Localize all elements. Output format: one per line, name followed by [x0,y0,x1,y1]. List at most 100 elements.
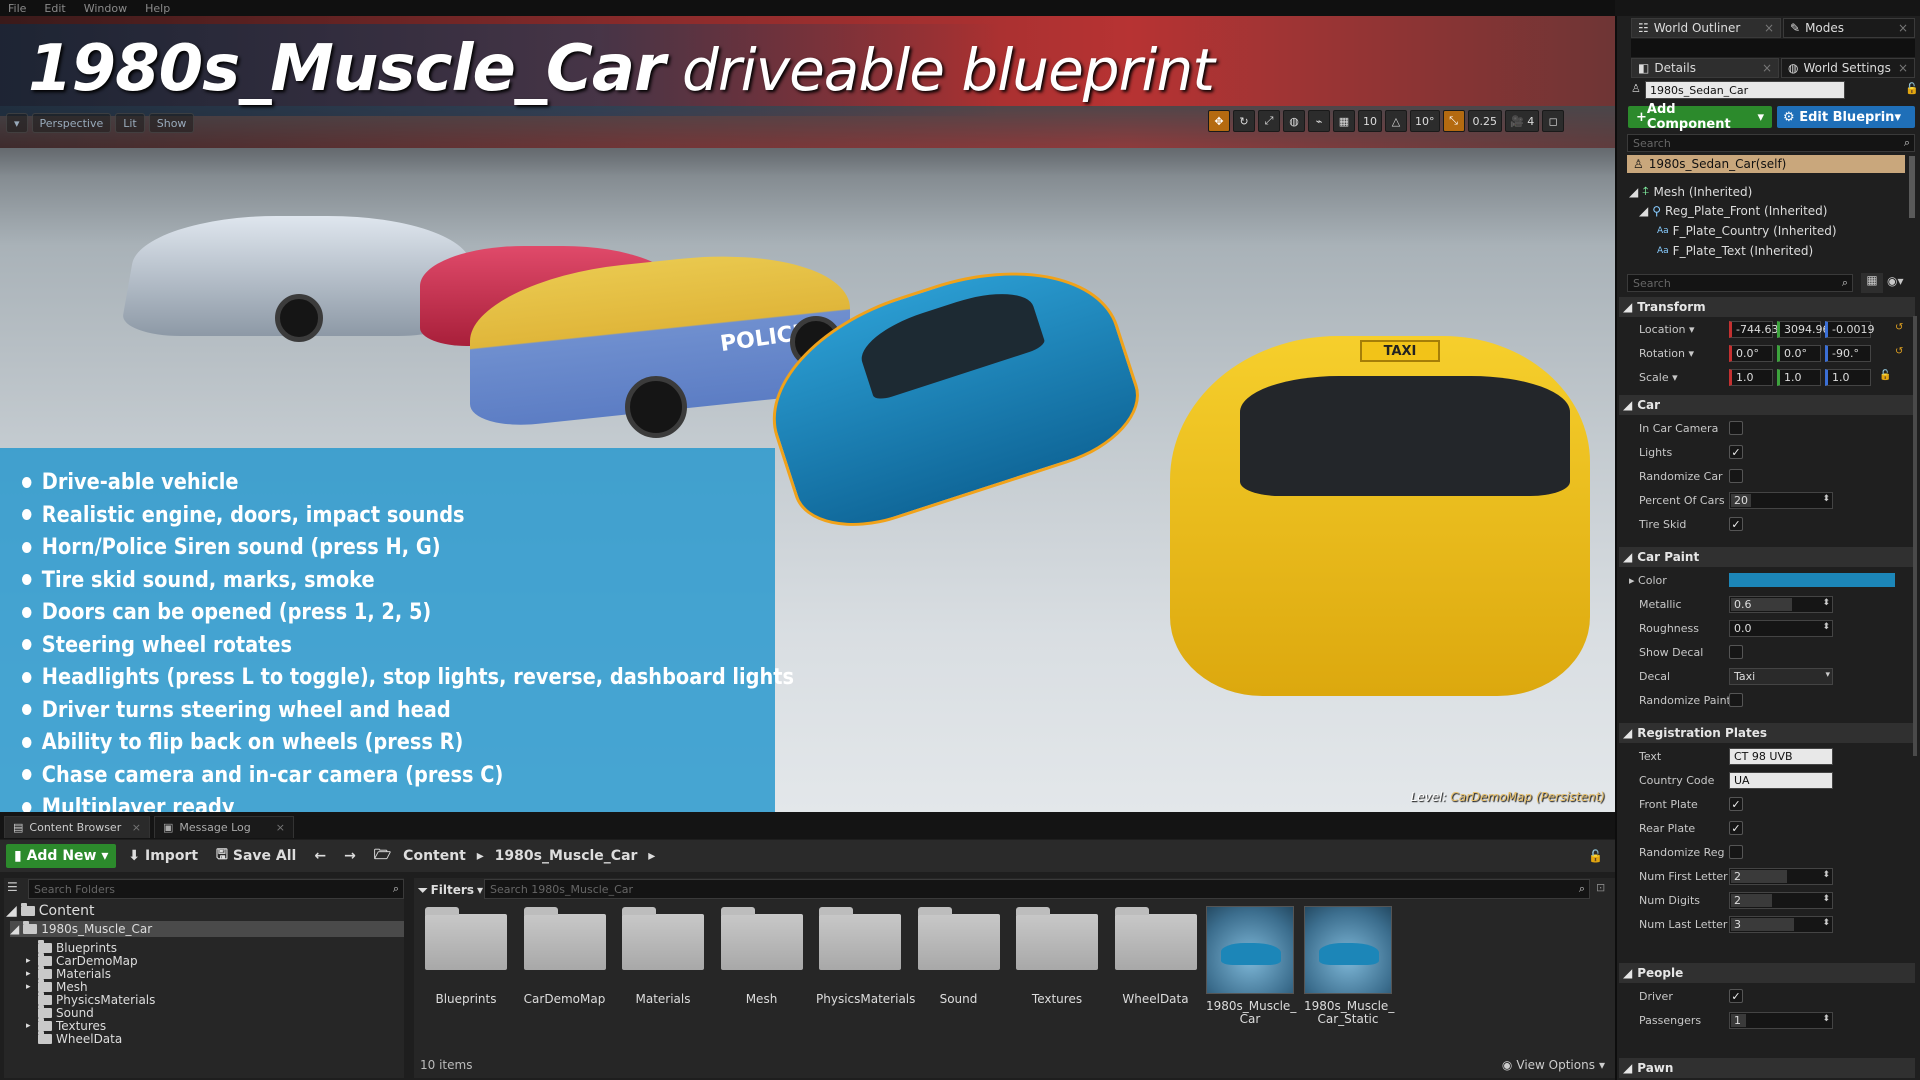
tree-folder-item[interactable]: WheelData [26,1031,122,1047]
num-first-letter-field[interactable]: 2 ⬍ [1729,868,1833,885]
viewport-options-button[interactable]: ▾ [6,113,28,133]
lock-icon[interactable]: 🔓 [1588,849,1603,863]
location-z-field[interactable]: -0.0019 [1825,321,1874,338]
rotation-snap-value[interactable]: 10° [1410,110,1440,132]
search-folders-input[interactable]: Search Folders ⌕ [28,879,404,899]
filters-button[interactable]: ⏷ Filters ▾ [418,880,483,900]
components-scrollbar[interactable] [1909,156,1915,218]
decal-dropdown[interactable]: Taxi ▾ [1729,668,1833,685]
randomize-car-checkbox[interactable] [1729,469,1743,483]
location-label[interactable]: Location ▾ [1639,323,1695,336]
close-icon[interactable]: × [1762,61,1772,75]
asset-folder[interactable]: Textures [1013,907,1101,1006]
property-matrix-icon[interactable]: ▦ [1861,273,1883,293]
surface-snap-icon[interactable]: ⌁ [1308,110,1330,132]
close-icon[interactable]: × [276,821,285,834]
scale-y-field[interactable]: 1.0 [1777,369,1821,386]
section-registration-plates[interactable]: ◢ Registration Plates [1619,723,1915,743]
plate-text-field[interactable]: CT 98 UVB [1729,748,1833,765]
asset-folder[interactable]: Blueprints [422,907,510,1006]
translate-icon[interactable]: ✥ [1208,110,1230,132]
location-x-field[interactable]: -744.63 [1729,321,1778,338]
section-pawn[interactable]: ◢ Pawn [1619,1058,1915,1078]
asset-folder[interactable]: Sound [915,907,1003,1006]
component-plate-text-row[interactable]: Aa F_Plate_Text (Inherited) [1657,244,1813,258]
save-all-button[interactable]: 🖫 Save All [210,844,302,868]
tree-item-selected[interactable]: ◢ 1980s_Muscle_Car [10,921,404,937]
in-car-camera-checkbox[interactable] [1729,421,1743,435]
component-mesh-row[interactable]: ◢ ⍏ Mesh (Inherited) [1629,184,1752,199]
close-icon[interactable]: × [1898,21,1908,35]
component-reg-plate-row[interactable]: ◢ ⚲ Reg_Plate_Front (Inherited) [1639,204,1827,218]
components-search-input[interactable]: Search ⌕ [1627,134,1915,152]
add-component-button[interactable]: + Add Component ▾ [1628,102,1772,132]
country-code-field[interactable]: UA [1729,772,1833,789]
percent-of-cars-field[interactable]: 20 ⬍ [1729,492,1833,509]
lock-icon[interactable]: 🔓 [1905,82,1919,95]
menu-help[interactable]: Help [145,2,170,15]
camera-speed-value[interactable]: 🎥 4 [1505,110,1540,132]
component-self-row[interactable]: ♙ 1980s_Sedan_Car(self) [1627,155,1905,173]
close-icon[interactable]: × [132,821,141,834]
randomize-paint-checkbox[interactable] [1729,693,1743,707]
tree-item-content[interactable]: ◢ Content [6,903,94,919]
scale-icon[interactable]: ⤢ [1258,110,1280,132]
section-people[interactable]: ◢ People [1619,963,1915,983]
grid-snap-value[interactable]: 10 [1358,110,1382,132]
search-assets-input[interactable]: Search 1980s_Muscle_Car ⌕ [484,879,1590,899]
breadcrumb-muscle-car[interactable]: 1980s_Muscle_Car [495,848,638,864]
scale-label[interactable]: Scale ▾ [1639,371,1678,384]
asset-folder[interactable]: PhysicsMaterials [816,907,915,1006]
section-transform[interactable]: ◢ Transform [1619,297,1915,317]
asset-folder[interactable]: WheelData [1112,907,1200,1006]
menu-edit[interactable]: Edit [44,2,65,15]
component-plate-country-row[interactable]: Aa F_Plate_Country (Inherited) [1657,224,1837,238]
tab-details[interactable]: ◧ Details × [1631,58,1779,78]
show-decal-checkbox[interactable] [1729,645,1743,659]
rotation-snap-icon[interactable]: △ [1385,110,1407,132]
rotate-icon[interactable]: ↻ [1233,110,1255,132]
show-button[interactable]: Show [148,113,195,133]
details-search-input[interactable]: Search ⌕ [1627,274,1853,292]
tab-content-browser[interactable]: ▤ Content Browser × [4,816,150,838]
grid-snap-icon[interactable]: ▦ [1333,110,1355,132]
num-last-letter-field[interactable]: 3 ⬍ [1729,916,1833,933]
close-icon[interactable]: × [1764,21,1774,35]
location-y-field[interactable]: 3094.96 [1777,321,1830,338]
asset-folder[interactable]: CarDemoMap [521,907,609,1006]
reset-icon[interactable]: ↺ [1895,322,1903,333]
scale-x-field[interactable]: 1.0 [1729,369,1773,386]
reset-icon[interactable]: ↺ [1895,346,1903,357]
tab-world-settings[interactable]: ◍ World Settings × [1781,58,1915,78]
driver-checkbox[interactable]: ✓ [1729,989,1743,1003]
blueprint-asset[interactable]: 1980s_Muscle_ Car [1206,906,1296,1026]
scale-z-field[interactable]: 1.0 [1825,369,1871,386]
rotation-label[interactable]: Rotation ▾ [1639,347,1694,360]
lock-scale-icon[interactable]: 🔓 [1879,370,1891,381]
breadcrumb-content[interactable]: Content [403,848,466,864]
roughness-field[interactable]: 0.0 ⬍ [1729,620,1833,637]
passengers-field[interactable]: 1 ⬍ [1729,1012,1833,1029]
menu-file[interactable]: File [8,2,26,15]
world-icon[interactable]: ◍ [1283,110,1305,132]
asset-folder[interactable]: Mesh [718,907,806,1006]
save-search-icon[interactable]: ⊡ [1596,881,1605,894]
tab-world-outliner[interactable]: ☷ World Outliner × [1631,18,1781,38]
rotation-y-field[interactable]: 0.0° [1777,345,1821,362]
rear-plate-checkbox[interactable]: ✓ [1729,821,1743,835]
perspective-button[interactable]: Perspective [31,113,112,133]
tab-message-log[interactable]: ▣ Message Log × [154,816,294,838]
metallic-field[interactable]: 0.6 ⬍ [1729,596,1833,613]
num-digits-field[interactable]: 2 ⬍ [1729,892,1833,909]
scale-snap-value[interactable]: 0.25 [1467,110,1502,132]
details-scrollbar[interactable] [1913,316,1917,756]
add-new-button[interactable]: ▮ Add New ▾ [6,844,117,868]
actor-name-field[interactable]: 1980s_Sedan_Car [1645,81,1845,99]
front-plate-checkbox[interactable]: ✓ [1729,797,1743,811]
lights-checkbox[interactable]: ✓ [1729,445,1743,459]
rotation-x-field[interactable]: 0.0° [1729,345,1773,362]
maximize-icon[interactable]: ◻ [1542,110,1565,132]
import-button[interactable]: ⬇ Import [122,844,204,868]
tire-skid-checkbox[interactable]: ✓ [1729,517,1743,531]
menu-window[interactable]: Window [84,2,127,15]
